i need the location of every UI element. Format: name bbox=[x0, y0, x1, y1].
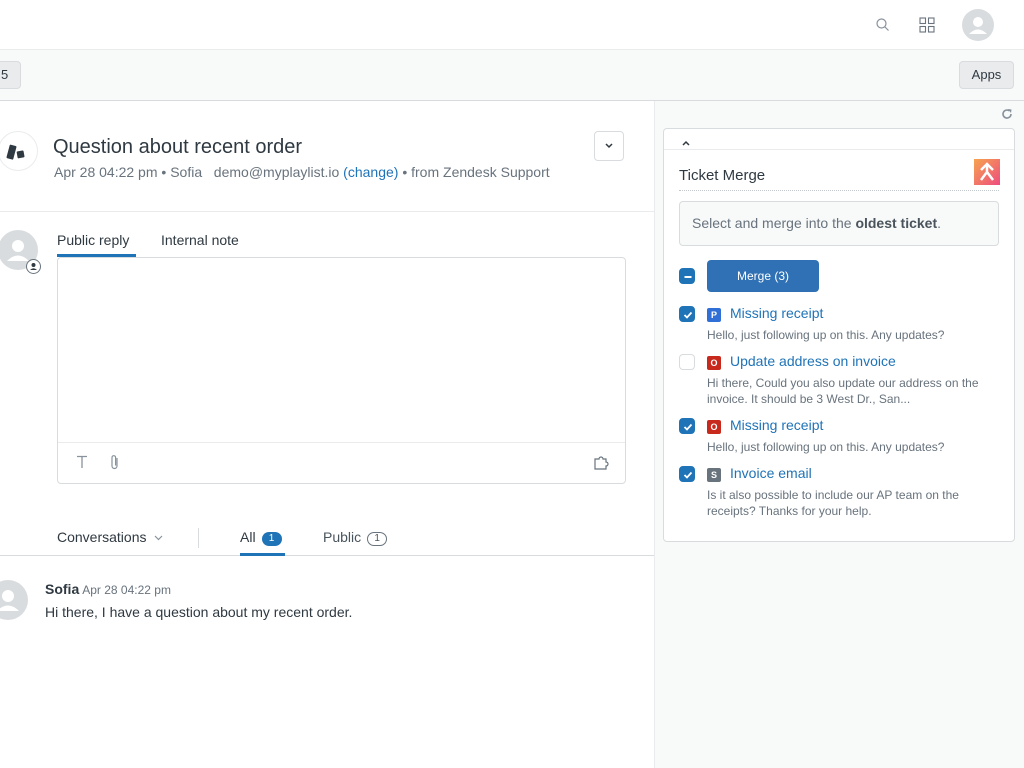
open-tabs-counter[interactable]: 5 bbox=[0, 61, 21, 89]
conversations-dropdown[interactable]: Conversations bbox=[57, 529, 163, 545]
ticket-title: Question about recent order bbox=[53, 136, 303, 158]
brand-logo-icon bbox=[0, 131, 38, 171]
apps-sidebar: Ticket Merge Select and merge into the o… bbox=[655, 101, 1024, 768]
ticket-merge-logo-icon bbox=[974, 159, 1000, 185]
collapse-chevron-up-icon[interactable] bbox=[682, 133, 690, 151]
info-text: . bbox=[937, 215, 942, 231]
comment-author: Sofia bbox=[45, 581, 80, 597]
ticket-title-link[interactable]: Invoice email bbox=[730, 465, 812, 481]
ticket-options-button[interactable] bbox=[594, 131, 624, 161]
ticket-description: Hello, just following up on this. Any up… bbox=[707, 440, 945, 454]
ticket-checkbox[interactable] bbox=[679, 418, 695, 434]
comment-timestamp: Apr 28 04:22 pm bbox=[82, 583, 171, 597]
top-header bbox=[0, 0, 1024, 50]
comment-body: Hi there, I have a question about my rec… bbox=[45, 604, 353, 620]
comment-header: Sofia Apr 28 04:22 pm bbox=[45, 581, 171, 597]
ticket-checkbox[interactable] bbox=[679, 354, 695, 370]
ticket-main-panel: Question about recent order Apr 28 04:22… bbox=[0, 101, 655, 768]
filter-tab-all[interactable]: All 1 bbox=[240, 529, 285, 556]
tab-internal-note[interactable]: Internal note bbox=[161, 232, 239, 257]
checkmark-icon bbox=[683, 471, 693, 479]
status-badge: P bbox=[707, 308, 721, 322]
filter-tab-public[interactable]: Public 1 bbox=[323, 529, 388, 556]
status-badge: O bbox=[707, 356, 721, 370]
ticket-description: Hi there, Could you also update our addr… bbox=[707, 376, 979, 406]
meta-separator: • bbox=[402, 164, 408, 180]
tab-public-reply[interactable]: Public reply bbox=[57, 232, 136, 257]
reply-editor bbox=[57, 257, 626, 484]
chevron-down-icon bbox=[605, 143, 613, 149]
chevron-down-icon bbox=[154, 535, 163, 541]
ticket-checkbox[interactable] bbox=[679, 466, 695, 482]
divider bbox=[198, 528, 199, 548]
count-badge: 1 bbox=[367, 532, 388, 546]
ticket-meta: Apr 28 04:22 pm • Sofia demo@myplaylist.… bbox=[54, 164, 550, 180]
merge-button[interactable]: Merge (3) bbox=[707, 260, 819, 292]
conversation-filter-bar: Conversations All 1 Public 1 bbox=[0, 521, 654, 556]
ticket-tab-bar: 5 Apps bbox=[0, 50, 1024, 101]
ticket-source: from Zendesk Support bbox=[411, 164, 550, 180]
ticket-description: Is it also possible to include our AP te… bbox=[707, 488, 959, 518]
ticket-description: Hello, just following up on this. Any up… bbox=[707, 328, 945, 342]
conversations-label: Conversations bbox=[57, 529, 147, 545]
app-header bbox=[664, 129, 1014, 150]
checkmark-icon bbox=[683, 311, 693, 319]
ticket-title-link[interactable]: Missing receipt bbox=[730, 305, 823, 321]
select-all-checkbox[interactable] bbox=[679, 268, 695, 284]
refresh-icon[interactable] bbox=[1001, 107, 1013, 125]
comment-author-avatar bbox=[0, 580, 28, 620]
requester-email: demo@myplaylist.io bbox=[213, 164, 340, 180]
editor-toolbar bbox=[58, 442, 625, 483]
divider bbox=[679, 190, 999, 191]
info-text: Select and merge into the bbox=[692, 215, 856, 231]
ticket-title-link[interactable]: Update address on invoice bbox=[730, 353, 896, 369]
count-badge: 1 bbox=[261, 532, 282, 546]
reply-textarea[interactable] bbox=[58, 258, 625, 442]
merge-instructions: Select and merge into the oldest ticket. bbox=[679, 201, 999, 246]
requester-name: Sofia bbox=[170, 164, 203, 180]
divider bbox=[0, 211, 654, 212]
app-title: Ticket Merge bbox=[679, 167, 766, 184]
attachment-icon[interactable] bbox=[109, 454, 121, 476]
text-format-icon[interactable] bbox=[76, 455, 88, 474]
product-tray-grid-icon[interactable] bbox=[919, 17, 935, 33]
agent-role-icon bbox=[26, 259, 41, 274]
status-badge: S bbox=[707, 468, 721, 482]
filter-label: All bbox=[240, 529, 256, 545]
ticket-date: Apr 28 04:22 pm bbox=[54, 164, 158, 180]
apps-puzzle-icon[interactable] bbox=[594, 455, 610, 475]
filter-label: Public bbox=[323, 529, 362, 545]
ticket-title-link[interactable]: Missing receipt bbox=[730, 417, 823, 433]
ticket-checkbox[interactable] bbox=[679, 306, 695, 322]
info-emphasis: oldest ticket bbox=[855, 215, 938, 231]
apps-button[interactable]: Apps bbox=[959, 61, 1014, 89]
checkmark-icon bbox=[683, 423, 693, 431]
user-avatar[interactable] bbox=[962, 9, 994, 41]
meta-separator: • bbox=[161, 164, 167, 180]
search-icon[interactable] bbox=[875, 17, 891, 33]
ticket-merge-app: Ticket Merge Select and merge into the o… bbox=[663, 128, 1015, 542]
status-badge: O bbox=[707, 420, 721, 434]
change-requester-link[interactable]: (change) bbox=[343, 164, 398, 180]
